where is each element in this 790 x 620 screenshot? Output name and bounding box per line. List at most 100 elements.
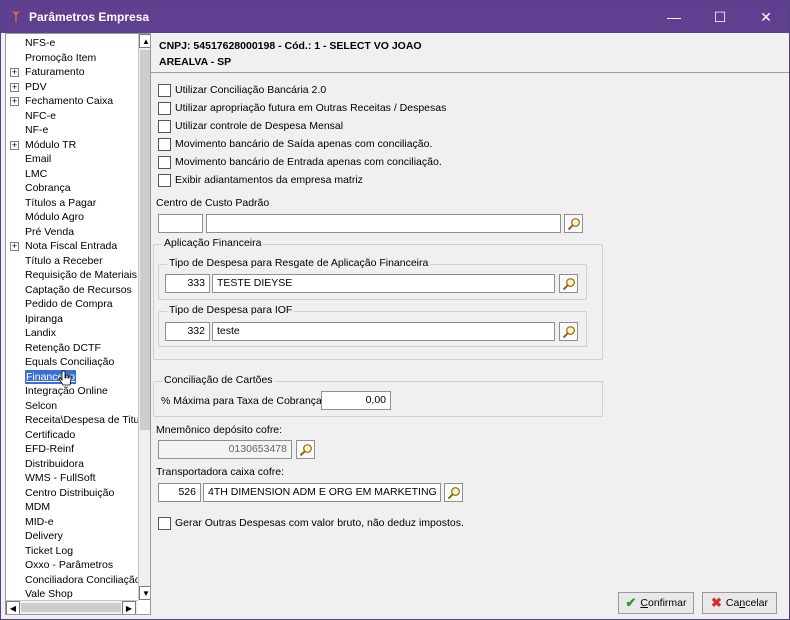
hand-cursor-icon — [58, 370, 72, 386]
tree-item[interactable]: Email — [6, 152, 138, 167]
tree-item[interactable]: + Fechamento Caixa — [6, 94, 138, 109]
scroll-left-icon[interactable]: ◀ — [6, 601, 20, 614]
aplicacao-financeira-title: Aplicação Financeira — [162, 237, 264, 249]
tree-item[interactable]: Cobrança — [6, 181, 138, 196]
parametros-empresa-window: ᛉ Parâmetros Empresa — ☐ ✕ Vale Shop Conc… — [0, 0, 790, 620]
tree-item[interactable]: Financeiro — [6, 369, 138, 384]
tree-item[interactable]: Landix — [6, 326, 138, 341]
option-despesa-mensal[interactable]: Utilizar controle de Despesa Mensal — [158, 119, 343, 133]
maximize-button[interactable]: ☐ — [697, 1, 743, 33]
tree-item[interactable]: Retenção DCTF — [6, 341, 138, 356]
tree-item[interactable]: Módulo Agro — [6, 210, 138, 225]
transportadora-description-input[interactable]: 4TH DIMENSION ADM E ORG EM MARKETING EIR… — [203, 483, 441, 502]
option-conciliacao-bancaria[interactable]: Utilizar Conciliação Bancária 2.0 — [158, 83, 326, 97]
tree-item[interactable]: Certificado — [6, 428, 138, 443]
resgate-code-input[interactable]: 333 — [165, 274, 210, 293]
cancel-button[interactable]: ✖ Cancelar — [702, 592, 777, 614]
taxa-cobranca-label: % Máxima para Taxa de Cobrança: — [161, 395, 325, 407]
tree-item[interactable]: + PDV — [6, 80, 138, 95]
option-movimento-saida[interactable]: Movimento bancário de Saída apenas com c… — [158, 137, 432, 151]
tree-item[interactable]: Requisição de Materiais — [6, 268, 138, 283]
transportadora-label: Transportadora caixa cofre: — [156, 466, 285, 478]
taxa-cobranca-input[interactable]: 0,00 — [321, 391, 391, 410]
tree-item[interactable]: Delivery — [6, 529, 138, 544]
search-icon — [562, 277, 575, 290]
tree-item[interactable]: Ipiranga — [6, 312, 138, 327]
tree-item[interactable]: + Faturamento — [6, 65, 138, 80]
checkbox[interactable] — [158, 155, 171, 169]
checkbox[interactable] — [158, 137, 171, 151]
tree-item[interactable]: Integração Online — [6, 384, 138, 399]
hscroll-thumb[interactable] — [21, 603, 121, 612]
option-movimento-entrada[interactable]: Movimento bancário de Entrada apenas com… — [158, 155, 442, 169]
expand-plus-icon[interactable]: + — [10, 82, 19, 92]
scroll-right-icon[interactable]: ▶ — [122, 601, 136, 614]
tree-item[interactable]: LMC — [6, 167, 138, 182]
tree-item[interactable]: Pedido de Compra — [6, 297, 138, 312]
tree-item-label: Oxxo - Parâmetros — [25, 559, 114, 571]
checkbox[interactable] — [158, 173, 171, 187]
tree-item[interactable]: Conciliadora Conciliação — [6, 573, 141, 588]
tree-item[interactable]: Centro Distribuição — [6, 486, 138, 501]
confirm-label-hotkey: C — [640, 597, 648, 609]
confirm-button[interactable]: ✔ Confirmar — [618, 592, 694, 614]
mnemonico-label: Mnemônico depósito cofre: — [156, 424, 283, 436]
tree-item[interactable]: Equals Conciliação — [6, 355, 138, 370]
iof-description-input[interactable]: teste — [212, 322, 555, 341]
company-city: AREALVA - SP — [159, 56, 232, 68]
resgate-lookup-button[interactable] — [559, 274, 578, 293]
tree-item[interactable]: NF-e — [6, 123, 138, 138]
tree-vertical-scrollbar[interactable]: ▲ ▼ — [138, 34, 150, 600]
centro-custo-lookup-button[interactable] — [564, 214, 583, 233]
iof-code-input[interactable]: 332 — [165, 322, 210, 341]
tree-item[interactable]: MDM — [6, 500, 138, 515]
option-apropriacao-futura[interactable]: Utilizar apropriação futura em Outras Re… — [158, 101, 446, 115]
mnemonico-input[interactable]: 0130653478 — [158, 440, 292, 459]
tree-item[interactable]: Selcon — [6, 399, 138, 414]
tree-item[interactable]: NFS-e — [6, 36, 138, 51]
parameters-tree[interactable]: Vale Shop Conciliadora Conciliação Oxxo - … — [5, 33, 151, 615]
transportadora-code-input[interactable]: 526 — [158, 483, 201, 502]
tree-item[interactable]: Receita\Despesa de Titul — [6, 413, 142, 428]
checkbox[interactable] — [158, 83, 171, 97]
tree-item[interactable]: Títulos a Pagar — [6, 196, 138, 211]
tree-item-label: Ticket Log — [25, 544, 74, 557]
tree-item-label: Promoção Item — [25, 51, 97, 64]
tree-item[interactable]: EFD-Reinf — [6, 442, 138, 457]
tree-item-label: Ipiranga — [25, 312, 63, 325]
tree-item[interactable]: + Módulo TR — [6, 138, 138, 153]
tree-item[interactable]: Promoção Item — [6, 51, 138, 66]
centro-custo-code-input[interactable] — [158, 214, 203, 233]
window-title: Parâmetros Empresa — [29, 10, 150, 24]
scroll-thumb[interactable] — [140, 50, 150, 430]
iof-lookup-button[interactable] — [559, 322, 578, 341]
expand-plus-icon[interactable]: + — [10, 97, 19, 106]
tree-item[interactable]: Ticket Log — [6, 544, 138, 559]
tree-item[interactable]: Captação de Recursos — [6, 283, 138, 298]
centro-custo-description-input[interactable] — [206, 214, 561, 233]
tree-item[interactable]: NFC-e — [6, 109, 138, 124]
checkbox[interactable] — [158, 101, 171, 115]
tree-item[interactable]: + Nota Fiscal Entrada — [6, 239, 138, 254]
tree-horizontal-scrollbar[interactable]: ◀ ▶ — [6, 600, 138, 614]
expand-plus-icon[interactable]: + — [10, 242, 19, 251]
option-adiantamentos-matriz[interactable]: Exibir adiantamentos da empresa matriz — [158, 173, 363, 187]
transportadora-lookup-button[interactable] — [444, 483, 463, 502]
option-gerar-outras-despesas[interactable]: Gerar Outras Despesas com valor bruto, n… — [158, 516, 464, 530]
resgate-description-input[interactable]: TESTE DIEYSE — [212, 274, 555, 293]
scroll-up-icon[interactable]: ▲ — [139, 34, 150, 48]
tree-item[interactable]: Pré Venda — [6, 225, 138, 240]
expand-plus-icon[interactable]: + — [10, 68, 19, 77]
mnemonico-lookup-button[interactable] — [296, 440, 315, 459]
scroll-down-icon[interactable]: ▼ — [139, 586, 150, 600]
tree-item[interactable]: MID-e — [6, 515, 138, 530]
checkbox[interactable] — [158, 119, 171, 133]
minimize-button[interactable]: — — [651, 1, 697, 33]
tree-item[interactable]: Oxxo - Parâmetros — [6, 558, 138, 573]
checkbox[interactable] — [158, 516, 171, 530]
close-button[interactable]: ✕ — [743, 1, 789, 33]
tree-item[interactable]: WMS - FullSoft — [6, 471, 138, 486]
tree-item[interactable]: Título a Receber — [6, 254, 138, 269]
expand-plus-icon[interactable]: + — [10, 140, 19, 150]
tree-item[interactable]: Distribuidora — [6, 457, 138, 472]
